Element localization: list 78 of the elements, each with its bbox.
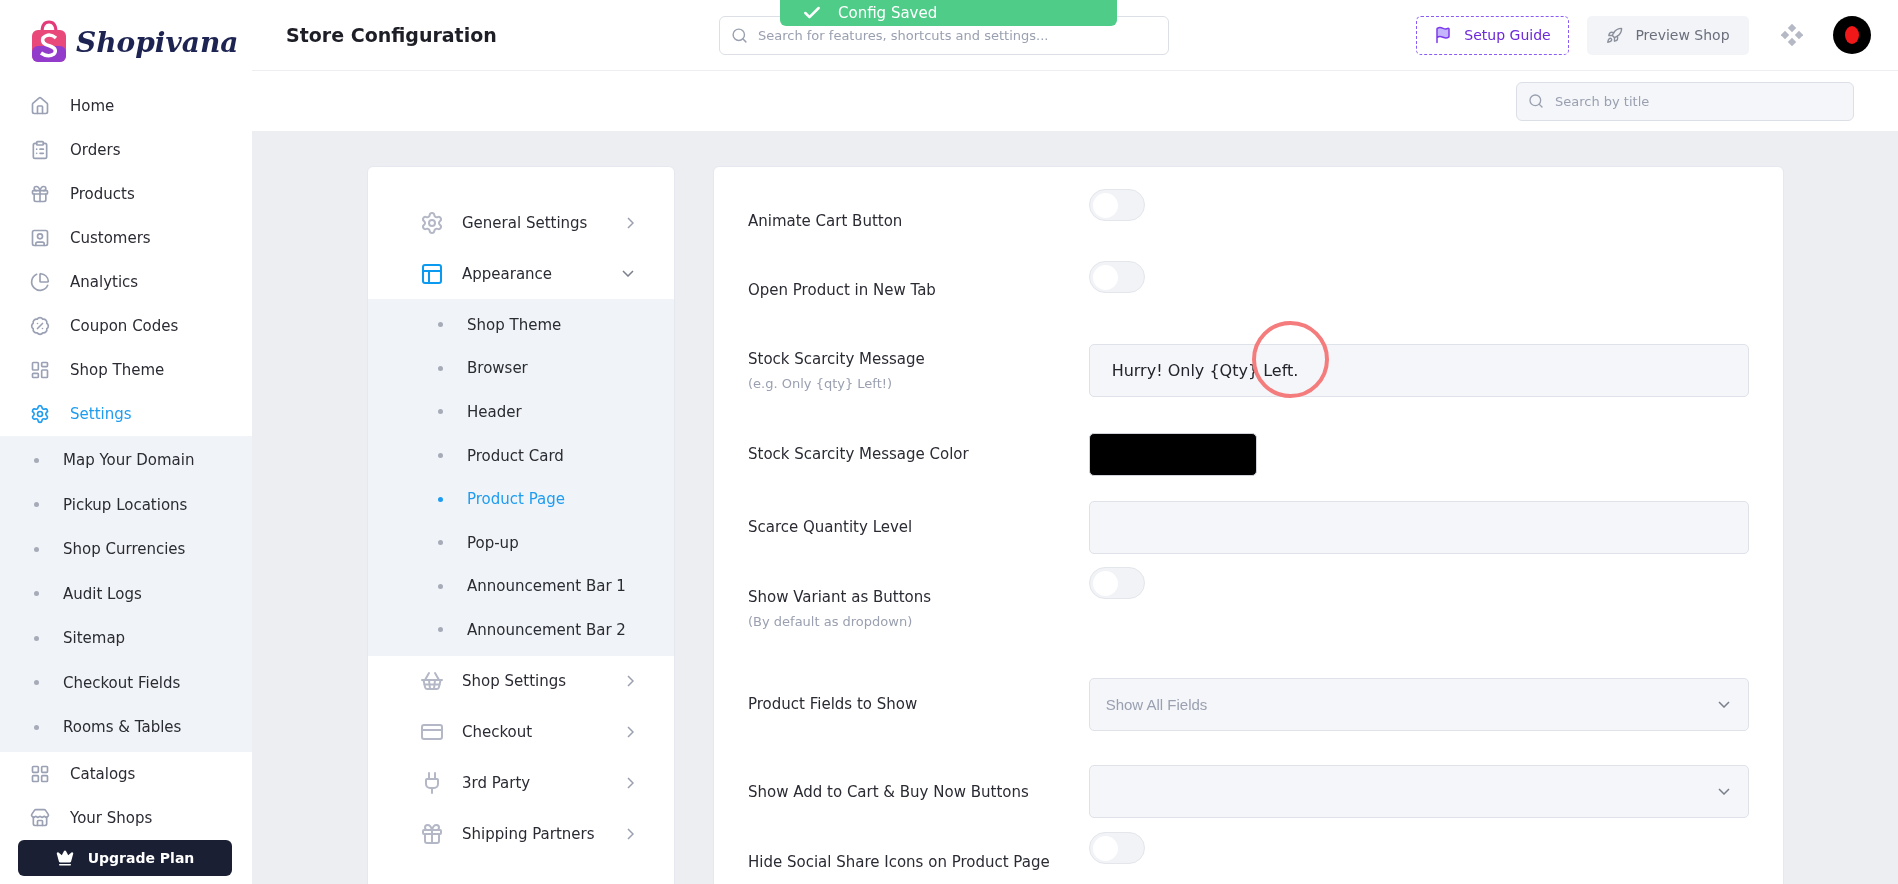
submenu-item[interactable]: Sitemap (0, 616, 252, 661)
field-label: Product Fields to Show (748, 695, 919, 713)
flag-icon (1434, 26, 1453, 44)
house-icon (30, 96, 50, 116)
upgrade-plan-button[interactable]: Upgrade Plan (18, 840, 232, 876)
settings-nav-item[interactable]: Shop Settings (368, 655, 674, 707)
field-label: Hide Social Share Icons on Product Page (748, 853, 1051, 871)
shopping-bag-logo (30, 20, 68, 64)
field-label: Open Product in New Tab (748, 281, 937, 299)
text-field[interactable] (1088, 500, 1749, 554)
toggle-switch[interactable] (1089, 832, 1145, 864)
user-card-icon (30, 228, 50, 248)
submenu-item[interactable]: Pop-up (368, 520, 674, 565)
apps-icon[interactable] (1781, 24, 1803, 46)
setup-guide-button[interactable]: Setup Guide (1416, 15, 1569, 55)
store-icon (30, 807, 50, 828)
brand-name: Shopivana (76, 25, 239, 59)
sidebar-item[interactable]: Customers (0, 216, 252, 260)
pie-chart-icon (30, 272, 50, 292)
field-label: Scarce Quantity Level (748, 518, 914, 536)
submenu-item[interactable]: Map Your Domain (0, 438, 252, 483)
saved-toast: Config Saved (780, 0, 1117, 26)
search-icon (1528, 92, 1544, 109)
field-label: Animate Cart Button (748, 212, 904, 230)
submenu-item[interactable]: Checkout Fields (0, 660, 252, 705)
submenu-item[interactable]: Rooms & Tables (0, 705, 252, 750)
layout-icon (420, 261, 444, 286)
field-label: Show Variant as Buttons (748, 587, 933, 606)
sidebar-item[interactable]: Shop Theme (0, 348, 252, 392)
toggle-switch[interactable] (1089, 567, 1145, 599)
crown-icon (55, 849, 74, 867)
chevron-down-icon (1718, 700, 1730, 708)
settings-nav-item[interactable]: Checkout (368, 706, 674, 758)
settings-icon (30, 404, 50, 424)
search-field[interactable]: Search by title (1516, 81, 1854, 121)
text-field[interactable]: Hurry! Only {Qty} Left. (1088, 343, 1749, 397)
field-label: Stock Scarcity Message (748, 349, 926, 368)
field-label: Show Add to Cart & Buy Now Buttons (748, 782, 1030, 801)
clipboard-icon (30, 140, 50, 160)
submenu-item[interactable]: Shop Theme (368, 303, 674, 347)
rocket-icon (1606, 26, 1624, 44)
submenu-item[interactable]: Browser (368, 346, 674, 391)
settings-nav-item[interactable]: Shipping Partners (368, 808, 674, 860)
submenu-item[interactable]: Announcement Bar 1 (368, 564, 674, 609)
field-hint: (By default as dropdown) (748, 613, 914, 629)
chevron-down-icon (1718, 788, 1730, 795)
sidebar-item[interactable]: Catalogs (0, 751, 252, 796)
percent-badge-icon (30, 316, 50, 336)
preview-shop-button[interactable]: Preview Shop (1587, 15, 1749, 55)
sidebar-item[interactable]: Orders (0, 128, 252, 172)
sidebar-item[interactable]: Analytics (0, 260, 252, 304)
sidebar-item[interactable]: Your Shops (0, 795, 252, 840)
submenu-item[interactable]: Shop Currencies (0, 527, 252, 572)
toggle-switch[interactable] (1089, 261, 1145, 293)
settings-nav-item[interactable]: General Settings (368, 197, 674, 248)
submenu-item[interactable]: Audit Logs (0, 571, 252, 616)
layout-icon (30, 360, 50, 380)
field-label: Stock Scarcity Message Color (748, 445, 970, 463)
submenu-item[interactable]: Product Card (368, 433, 674, 478)
page-title: Store Configuration (286, 24, 498, 46)
select-field[interactable] (1088, 765, 1749, 818)
avatar-icon[interactable] (1833, 16, 1871, 54)
gift-icon (30, 184, 50, 204)
submenu-item[interactable]: Pickup Locations (0, 482, 252, 527)
submenu-item[interactable]: Header (368, 390, 674, 434)
settings-nav-item[interactable]: Appearance (368, 248, 674, 299)
settings-icon (420, 210, 444, 235)
grid-icon (30, 763, 50, 784)
gift-icon (420, 822, 444, 847)
color-swatch[interactable] (1089, 432, 1257, 476)
sidebar-item[interactable]: Coupon Codes (0, 304, 252, 348)
toggle-switch[interactable] (1089, 189, 1145, 221)
field-hint: (e.g. Only {qty} Left!) (748, 375, 894, 391)
sidebar-item[interactable]: Home (0, 84, 252, 128)
settings-nav-item[interactable]: 3rd Party (368, 757, 674, 809)
sidebar-item[interactable]: Products (0, 172, 252, 216)
search-icon (731, 26, 748, 44)
submenu-item[interactable]: Announcement Bar 2 (368, 608, 674, 652)
